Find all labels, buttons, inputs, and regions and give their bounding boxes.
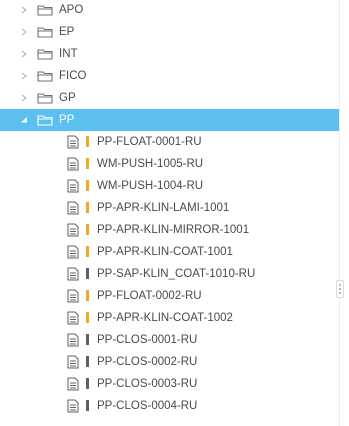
document-icon [67,311,79,325]
grip-dot [339,292,341,294]
caret-right-icon[interactable] [20,6,28,14]
folder-icon [37,70,53,82]
tree-folder-label: GP [59,92,76,104]
resize-handle[interactable] [336,280,344,298]
tree-item-label: WM-PUSH-1004-RU [97,180,204,192]
tree-item[interactable]: PP-FLOAT-0001-RU [0,131,340,153]
tree-item[interactable]: PP-CLOS-0003-RU [0,373,340,395]
tree-folder-label: FICO [59,70,87,82]
tree-item-label: PP-CLOS-0002-RU [97,356,198,368]
tree-item[interactable]: PP-CLOS-0001-RU [0,329,340,351]
folder-icon [37,48,53,60]
status-bar [86,202,89,213]
folder-icon [37,4,53,16]
status-bar [86,400,89,411]
tree-folder-pp[interactable]: PP [0,109,340,131]
tree-item[interactable]: WM-PUSH-1004-RU [0,175,340,197]
tree-folder-fico[interactable]: FICO [0,65,340,87]
document-icon [67,201,79,215]
tree-folder-int[interactable]: INT [0,43,340,65]
status-bar [86,356,89,367]
status-bar [86,180,89,191]
tree-item[interactable]: PP-APR-KLIN-LAMI-1001 [0,197,340,219]
tree-item-label: PP-SAP-KLIN_COAT-1010-RU [97,268,256,280]
document-icon [67,179,79,193]
tree-item-label: WM-PUSH-1005-RU [97,158,204,170]
status-bar [86,224,89,235]
tree-item-label: PP-FLOAT-0002-RU [97,290,202,302]
tree-item[interactable]: PP-CLOS-0002-RU [0,351,340,373]
tree-item-label: PP-CLOS-0004-RU [97,400,198,412]
tree-folder-label: INT [59,48,78,60]
tree-item[interactable]: PP-SAP-KLIN_COAT-1010-RU [0,263,340,285]
document-icon [67,377,79,391]
status-bar [86,268,89,279]
document-icon [67,245,79,259]
folder-icon [37,92,53,104]
tree-item[interactable]: PP-FLOAT-0002-RU [0,285,340,307]
status-bar [86,334,89,345]
status-bar [86,158,89,169]
tree-item[interactable]: PP-APR-KLIN-MIRROR-1001 [0,219,340,241]
document-icon [67,267,79,281]
caret-down-icon[interactable] [20,116,28,124]
folder-icon [37,26,53,38]
document-icon [67,135,79,149]
status-bar [86,378,89,389]
tree-folder-ep[interactable]: EP [0,21,340,43]
tree-item-label: PP-FLOAT-0001-RU [97,136,202,148]
tree-folder-label: EP [59,26,75,38]
tree-folder-apo[interactable]: APO [0,0,340,21]
status-bar [86,290,89,301]
caret-right-icon[interactable] [20,28,28,36]
document-icon [67,289,79,303]
tree-item[interactable]: WM-PUSH-1005-RU [0,153,340,175]
tree-item[interactable]: PP-APR-KLIN-COAT-1002 [0,307,340,329]
document-icon [67,355,79,369]
grip-dot [339,288,341,290]
document-icon [67,399,79,413]
tree-item[interactable]: PP-CLOS-0004-RU [0,395,340,417]
caret-right-icon[interactable] [20,50,28,58]
tree-item-label: PP-CLOS-0001-RU [97,334,198,346]
status-bar [86,246,89,257]
document-icon [67,157,79,171]
tree-folder-gp[interactable]: GP [0,87,340,109]
tree-item-label: PP-APR-KLIN-COAT-1002 [97,312,233,324]
document-icon [67,223,79,237]
folder-open-icon [37,114,53,126]
tree-item[interactable]: PP-APR-KLIN-COAT-1001 [0,241,340,263]
document-icon [67,333,79,347]
status-bar [86,312,89,323]
tree-item-label: PP-APR-KLIN-COAT-1001 [97,246,233,258]
panel-divider [339,0,340,426]
tree-item-label: PP-APR-KLIN-LAMI-1001 [97,202,230,214]
status-bar [86,136,89,147]
tree-item-label: PP-APR-KLIN-MIRROR-1001 [97,224,250,236]
tree-folder-label: PP [59,114,75,126]
tree-folder-label: APO [59,4,84,16]
tree-item-label: PP-CLOS-0003-RU [97,378,198,390]
caret-right-icon[interactable] [20,72,28,80]
grip-dot [339,284,341,286]
caret-right-icon[interactable] [20,94,28,102]
